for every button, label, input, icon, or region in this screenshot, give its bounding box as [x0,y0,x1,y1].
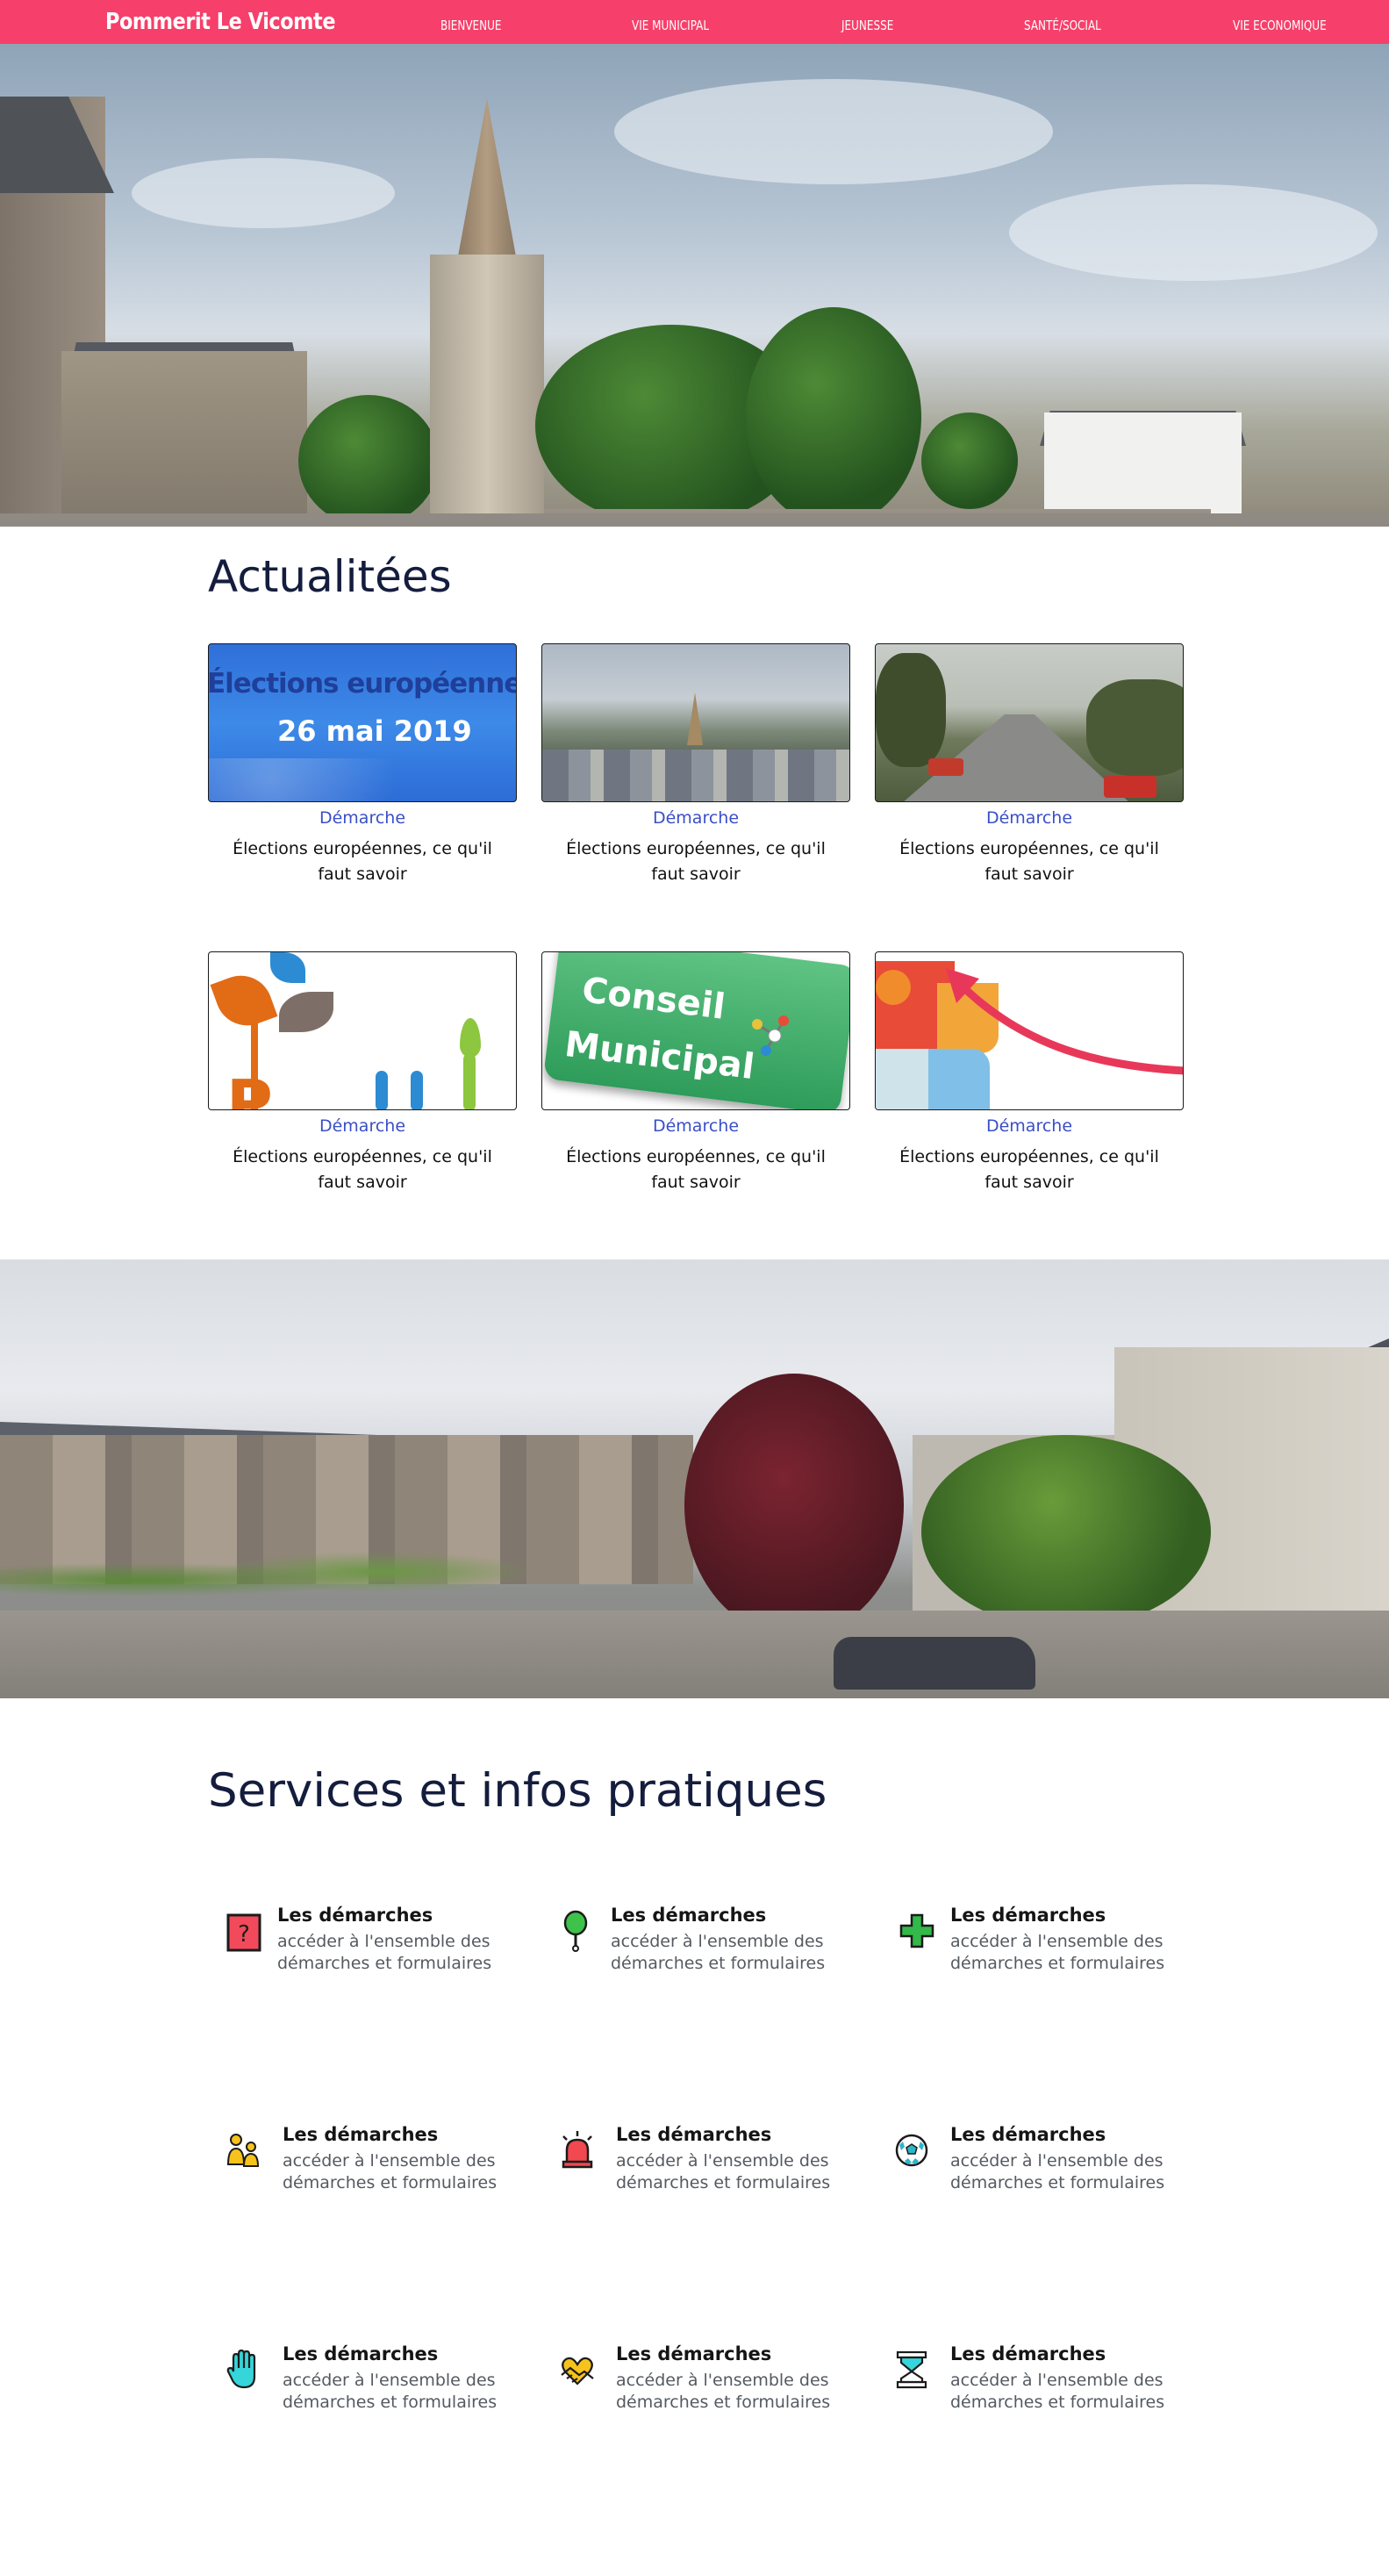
news-title[interactable]: Élections européennes, ce qu'il faut sav… [550,836,841,887]
nav-item-vie-economique[interactable]: Vie economique [1233,0,1327,44]
news-card[interactable]: Élections européennes 26 mai 2019 Démarc… [208,643,517,884]
news-title[interactable]: Élections européennes, ce qu'il faut sav… [550,1144,841,1195]
elections-banner-image: Élections européennes 26 mai 2019 [208,643,517,802]
service-desc: accéder à l'ensemble des démarches et fo… [950,2151,1165,2192]
service-desc: accéder à l'ensemble des démarches et fo… [950,2371,1165,2412]
service-desc: accéder à l'ensemble des démarches et fo… [950,1932,1165,1973]
nav-item-bienvenue[interactable]: Bienvenue [440,0,501,44]
service-title: Les démarches [611,1905,767,1926]
news-category: Démarche [208,1116,517,1136]
news-category: Démarche [875,1116,1184,1136]
service-desc: accéder à l'ensemble des démarches et fo… [611,1932,826,1973]
service-item[interactable]: Les démarches accéder à l'ensemble des d… [892,2124,1182,2203]
stone-house [61,351,307,527]
service-item[interactable]: Les démarches accéder à l'ensemble des d… [558,1905,848,1984]
rattle-icon [563,1910,588,1952]
news-card[interactable]: Conseil Municipal Démarche Élections eur… [541,951,850,1192]
arrow-graphic [946,968,1183,1075]
service-desc: accéder à l'ensemble des démarches et fo… [283,2151,498,2192]
news-title[interactable]: Élections européennes, ce qu'il faut sav… [884,836,1175,887]
service-item[interactable]: Les démarches accéder à l'ensemble des d… [558,2343,848,2422]
news-section-title: Actualitées [208,551,452,602]
news-title[interactable]: Élections européennes, ce qu'il faut sav… [217,836,508,887]
news-title[interactable]: Élections européennes, ce qu'il faut sav… [884,1144,1175,1195]
news-category: Démarche [541,1116,850,1136]
soccer-ball-icon [895,2134,928,2167]
banner-heading: Élections européennes [208,668,517,700]
service-desc: accéder à l'ensemble des démarches et fo… [616,2371,831,2412]
handshake-heart-icon [561,2357,594,2386]
hourglass-icon [896,2350,927,2389]
news-card[interactable]: Démarche Élections européennes, ce qu'il… [875,643,1184,884]
question-icon: ? [226,1913,261,1952]
news-card[interactable]: Démarche Élections européennes, ce qu'il… [875,951,1184,1192]
svg-text:?: ? [238,1921,250,1948]
medical-cross-icon [899,1913,934,1948]
service-title: Les démarches [283,2343,439,2364]
banner-date: 26 mai 2019 [277,714,472,748]
people-icon [226,2134,260,2167]
alarm-bell-icon [562,2131,593,2169]
service-title: Les démarches [616,2124,772,2145]
news-title[interactable]: Élections européennes, ce qu'il faut sav… [217,1144,508,1195]
service-desc: accéder à l'ensemble des démarches et fo… [283,2371,498,2412]
service-desc: accéder à l'ensemble des démarches et fo… [616,2151,831,2192]
nav-item-jeunesse[interactable]: Jeunesse [841,0,893,44]
top-navbar: Pommerit Le Vicomte Bienvenue Vie munici… [0,0,1389,44]
molecule-icon [752,1015,789,1056]
service-title: Les démarches [283,2124,439,2145]
road [0,513,1389,527]
hand-icon [226,2349,256,2389]
service-title: Les démarches [616,2343,772,2364]
church-tower [430,255,544,518]
service-title: Les démarches [950,2343,1106,2364]
village-aerial-image [541,643,850,802]
nav-item-sante-social[interactable]: Santé/Social [1024,0,1101,44]
village-street-photo [0,1259,1389,1698]
plu-logo-image: P [208,951,517,1110]
news-category: Démarche [875,808,1184,828]
service-item[interactable]: Les démarches accéder à l'ensemble des d… [558,2124,848,2203]
news-category: Démarche [541,808,850,828]
conseil-municipal-image: Conseil Municipal [541,951,850,1110]
service-title: Les démarches [950,2124,1106,2145]
service-item[interactable]: Les démarches accéder à l'ensemble des d… [225,2124,514,2203]
site-brand[interactable]: Pommerit Le Vicomte [105,0,335,44]
services-section-title: Services et infos pratiques [208,1764,827,1818]
service-desc: accéder à l'ensemble des démarches et fo… [277,1932,492,1973]
service-item[interactable]: ? Les démarches accéder à l'ensemble des… [225,1905,514,1984]
nav-item-vie-municipal[interactable]: Vie municipal [632,0,709,44]
puzzle-arrow-image [875,951,1184,1110]
news-card[interactable]: Démarche Élections européennes, ce qu'il… [541,643,850,884]
service-item[interactable]: Les démarches accéder à l'ensemble des d… [225,2343,514,2422]
news-card[interactable]: P Démarche Élections européennes, ce qu'… [208,951,517,1192]
country-road-image [875,643,1184,802]
service-item[interactable]: Les démarches accéder à l'ensemble des d… [892,2343,1182,2422]
church-spire [458,98,516,256]
service-item[interactable]: Les démarches accéder à l'ensemble des d… [898,1905,1187,1984]
service-title: Les démarches [950,1905,1106,1926]
news-category: Démarche [208,808,517,828]
hero-church-photo [0,44,1389,527]
service-title: Les démarches [277,1905,433,1926]
